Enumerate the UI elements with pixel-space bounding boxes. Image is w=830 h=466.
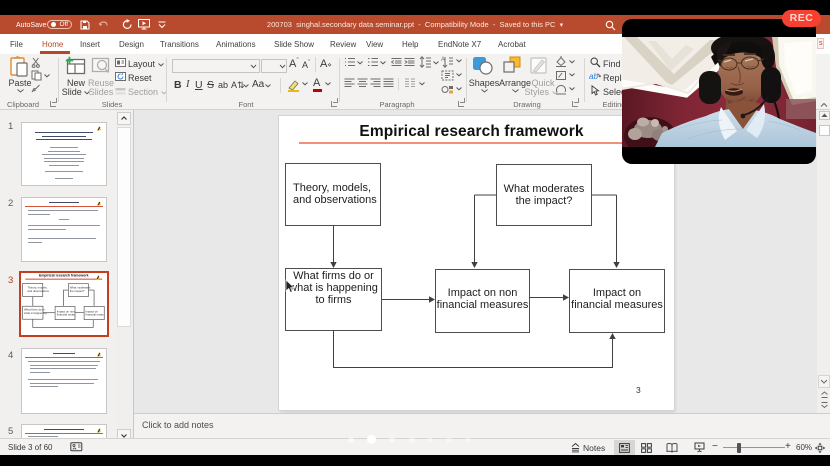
svg-text:A: A <box>441 57 445 63</box>
svg-text:ab: ab <box>589 72 598 81</box>
